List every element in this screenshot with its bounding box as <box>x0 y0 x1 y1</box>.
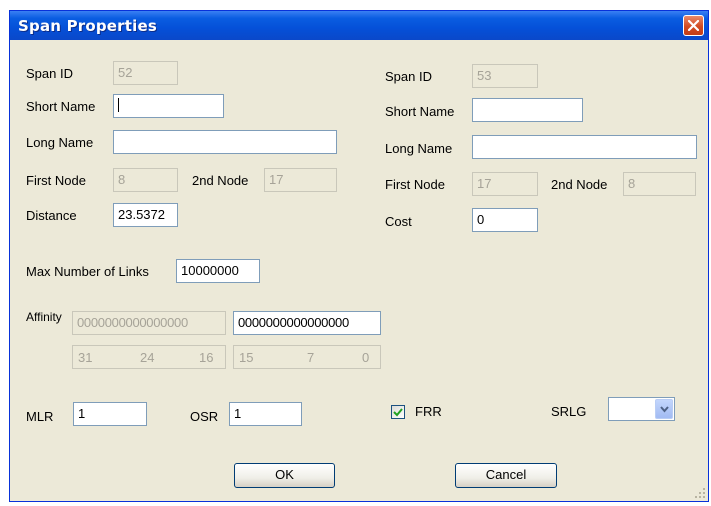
bit-label-7: 7 <box>307 350 315 365</box>
distance-field[interactable]: 23.5372 <box>113 203 178 227</box>
max-links-field[interactable]: 10000000 <box>176 259 260 283</box>
srlg-label: SRLG <box>551 404 587 419</box>
srlg-dropdown[interactable] <box>608 397 675 421</box>
right-long-name-field[interactable] <box>472 135 697 159</box>
cost-label: Cost <box>385 214 412 229</box>
bit-label-31: 31 <box>78 350 93 365</box>
span-properties-dialog: Span Properties Span ID 52 Short Name Lo… <box>9 10 709 502</box>
text-cursor <box>118 98 119 112</box>
affinity-label: Affinity <box>26 310 62 324</box>
bit-label-15: 15 <box>239 350 254 365</box>
chevron-down-icon <box>660 406 669 413</box>
right-short-name-field[interactable] <box>472 98 583 122</box>
affinity-bit-ruler-low: 15 7 0 <box>233 345 381 369</box>
left-short-name-field[interactable] <box>113 94 224 118</box>
mlr-field[interactable]: 1 <box>73 402 147 426</box>
srlg-dropdown-button[interactable] <box>655 399 673 419</box>
close-button[interactable] <box>683 15 704 36</box>
distance-label: Distance <box>26 208 77 223</box>
frr-label: FRR <box>415 404 442 419</box>
left-second-node-label: 2nd Node <box>192 173 249 188</box>
left-long-name-field[interactable] <box>113 130 337 154</box>
right-span-id-field: 53 <box>472 64 538 88</box>
left-span-id-field: 52 <box>113 61 178 85</box>
close-icon <box>688 20 699 31</box>
resize-grip-icon[interactable] <box>694 487 706 499</box>
left-second-node-field: 17 <box>264 168 337 192</box>
left-first-node-label: First Node <box>26 173 86 188</box>
right-long-name-label: Long Name <box>385 141 453 156</box>
left-span-id-label: Span ID <box>26 66 73 81</box>
right-span-id-label: Span ID <box>385 69 432 84</box>
frr-checkbox[interactable] <box>391 405 405 419</box>
osr-field[interactable]: 1 <box>229 402 302 426</box>
left-first-node-field: 8 <box>113 168 178 192</box>
left-long-name-label: Long Name <box>26 135 94 150</box>
right-first-node-label: First Node <box>385 177 445 192</box>
mlr-label: MLR <box>26 409 54 424</box>
dialog-title: Span Properties <box>18 17 157 35</box>
osr-label: OSR <box>190 409 219 424</box>
right-second-node-label: 2nd Node <box>551 177 608 192</box>
affinity-field[interactable]: 0000000000000000 <box>233 311 381 335</box>
affinity-disabled-field: 0000000000000000 <box>72 311 226 335</box>
bit-label-16: 16 <box>199 350 214 365</box>
bit-label-0: 0 <box>362 350 370 365</box>
bit-label-24: 24 <box>140 350 155 365</box>
ok-button[interactable]: OK <box>234 463 335 488</box>
right-second-node-field: 8 <box>623 172 696 196</box>
affinity-bit-ruler-high: 31 24 16 <box>72 345 226 369</box>
max-links-label: Max Number of Links <box>26 264 149 279</box>
cost-field[interactable]: 0 <box>472 208 538 232</box>
right-first-node-field: 17 <box>472 172 538 196</box>
left-short-name-label: Short Name <box>26 99 96 114</box>
title-bar[interactable]: Span Properties <box>10 11 708 40</box>
right-short-name-label: Short Name <box>385 104 455 119</box>
checkmark-icon <box>393 408 403 417</box>
cancel-button[interactable]: Cancel <box>455 463 557 488</box>
dialog-body: Span ID 52 Short Name Long Name First No… <box>10 40 708 501</box>
